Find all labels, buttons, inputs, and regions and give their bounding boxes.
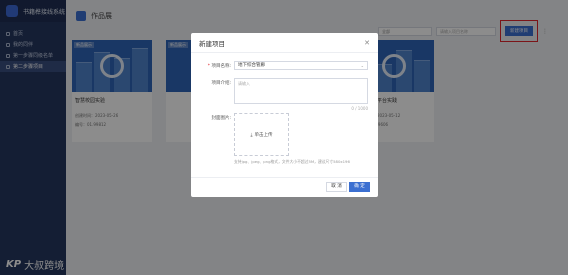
new-project-dialog: 新建项目 ✕ * 项目名称: 地下综合管廊 ⌄ 项目介绍: 请输入 0 / 10… [191, 33, 378, 197]
dialog-title: 新建项目 [199, 39, 225, 48]
dialog-header: 新建项目 ✕ [191, 33, 378, 53]
upload-label: 单击上传 [254, 132, 273, 138]
intro-textarea[interactable]: 请输入 [234, 78, 368, 104]
intro-label: 项目介绍: [211, 81, 231, 86]
confirm-button[interactable]: 确 定 [349, 182, 370, 192]
cancel-button[interactable]: 取 消 [326, 182, 347, 192]
intro-counter: 0 / 1000 [351, 106, 368, 111]
close-icon[interactable]: ✕ [364, 39, 370, 47]
dialog-footer: 取 消 确 定 [191, 177, 378, 197]
project-name-value: 地下综合管廊 [238, 63, 265, 68]
name-label: * 项目名称: [207, 64, 231, 69]
cover-label: 封面图片: [211, 116, 231, 121]
project-name-select[interactable]: 地下综合管廊 ⌄ [234, 61, 368, 70]
upload-icon: ⤓ [250, 132, 253, 138]
chevron-down-icon: ⌄ [360, 63, 364, 68]
upload-box[interactable]: ⤓ 单击上传 [234, 113, 289, 156]
upload-hint: 支持jpg、jpeg、png格式，文件大小不超过5M，建议尺寸580x196 [234, 159, 350, 164]
